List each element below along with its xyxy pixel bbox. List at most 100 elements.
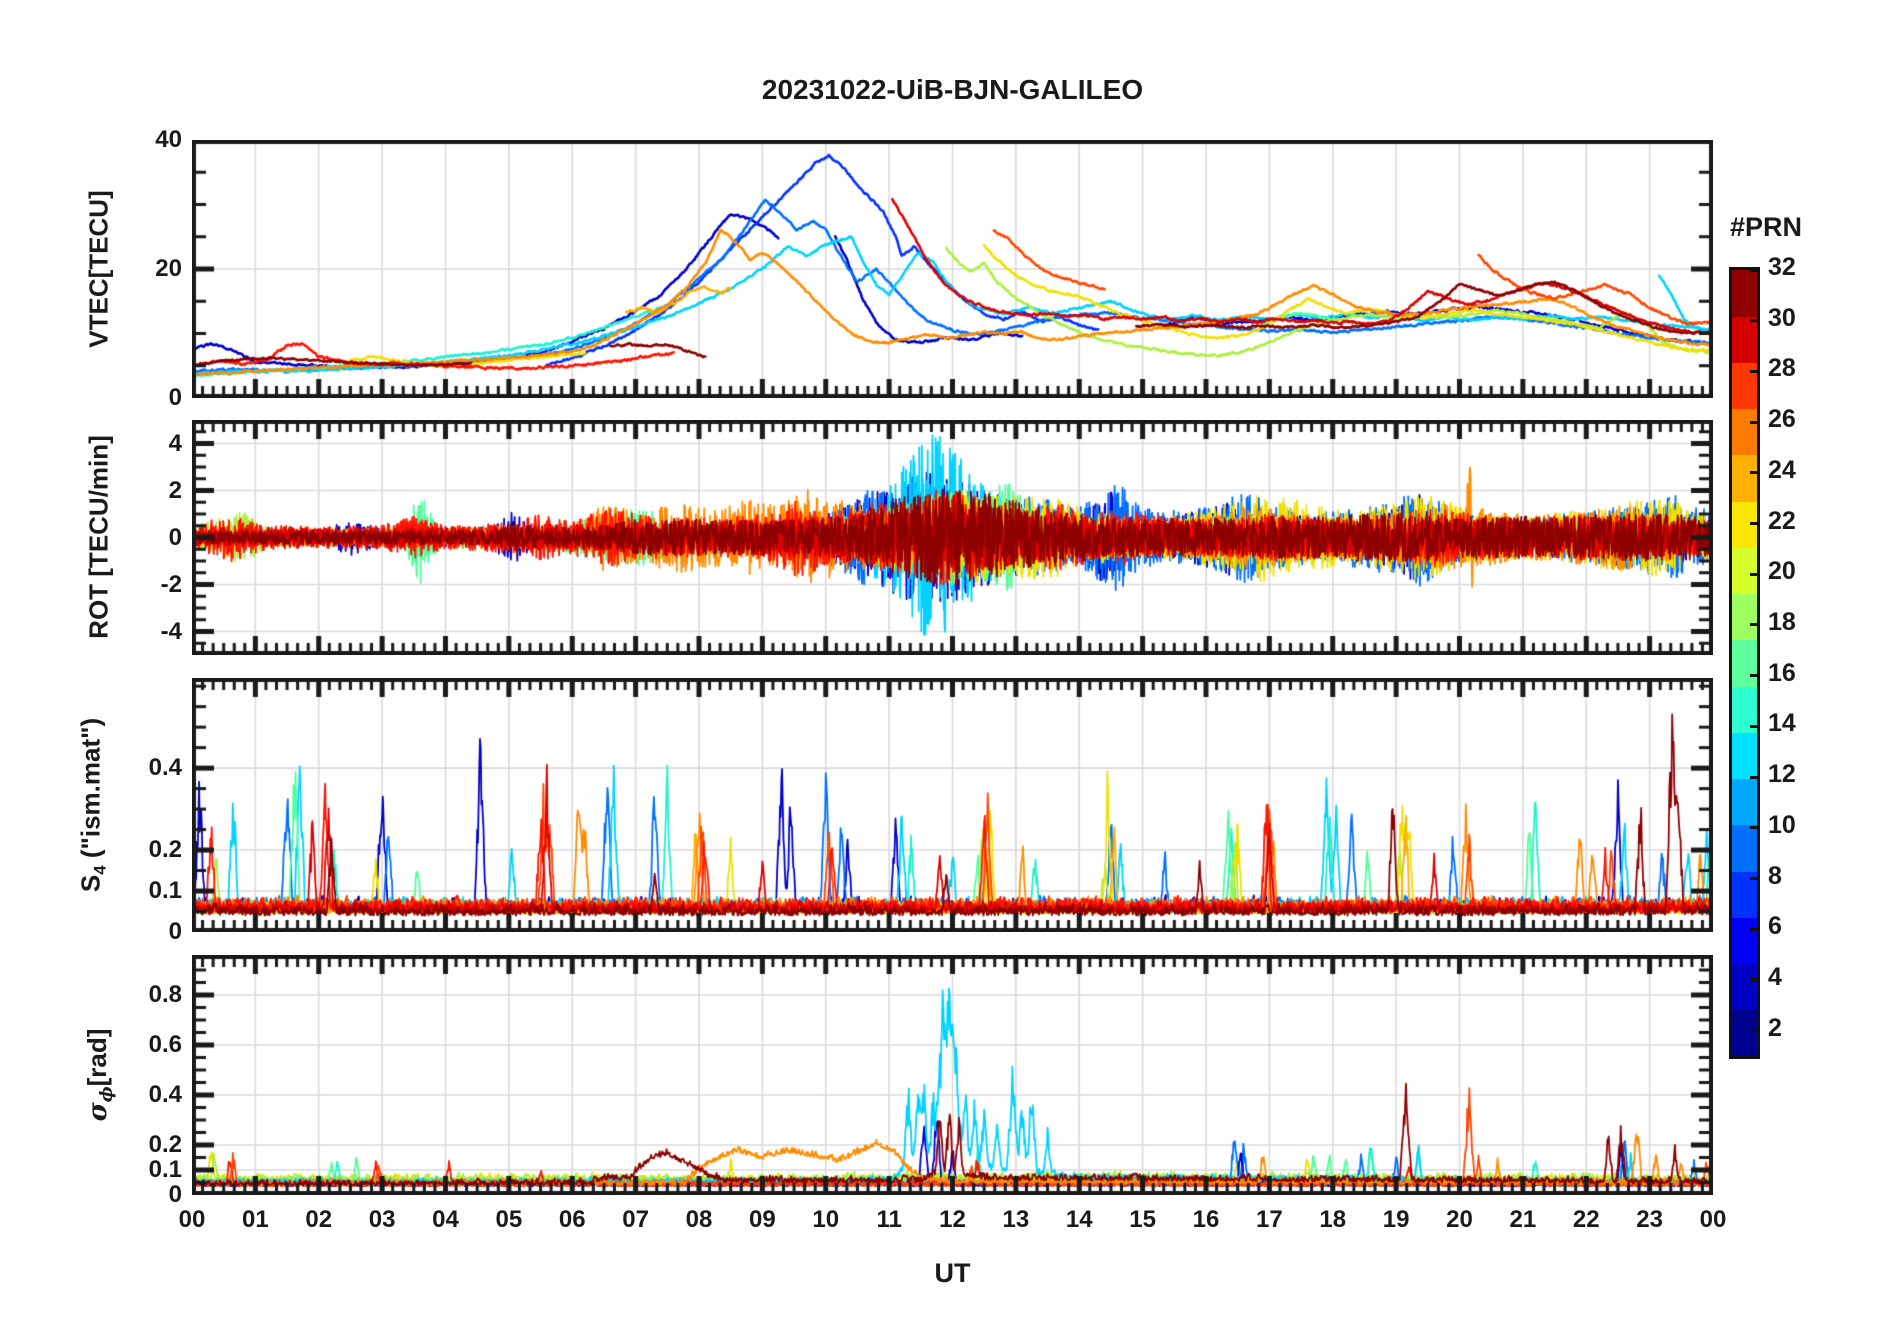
x-tick-label: 10: [812, 1206, 840, 1233]
colorbar-tick: [1750, 674, 1757, 678]
sigma-phi-plot-canvas: [192, 955, 1713, 1195]
s4-plot-canvas: [192, 678, 1713, 932]
x-tick-label: 22: [1572, 1206, 1600, 1233]
x-tick-label: 00: [1699, 1206, 1727, 1233]
sigma-phi-panel: [192, 955, 1713, 1195]
x-tick-label: 00: [178, 1206, 206, 1233]
vtec-panel: [192, 140, 1713, 398]
colorbar-tick-label: 28: [1768, 354, 1796, 383]
colorbar-tick: [1750, 724, 1757, 728]
colorbar-band: [1732, 1009, 1757, 1057]
colorbar-tick: [1750, 1029, 1757, 1033]
colorbar-tick: [1750, 369, 1757, 373]
x-tick-label: 18: [1319, 1206, 1347, 1233]
colorbar: [1729, 267, 1760, 1059]
s4-axis-label: S4 ("ism.mat"): [75, 718, 110, 892]
colorbar-tick-label: 30: [1768, 303, 1796, 332]
x-tick-label: 15: [1129, 1206, 1156, 1233]
x-tick-label: 03: [368, 1206, 396, 1233]
y-tick-label: 0.4: [148, 1081, 182, 1108]
x-tick-label: 16: [1192, 1206, 1220, 1233]
colorbar-tick: [1750, 522, 1757, 526]
s4-panel: [192, 678, 1713, 932]
y-tick-label: 0: [168, 918, 182, 945]
colorbar-band: [1732, 639, 1757, 687]
x-tick-label: 17: [1256, 1206, 1283, 1233]
y-tick-label: 0: [168, 523, 182, 551]
y-tick-label: 0.1: [148, 877, 182, 905]
colorbar-band: [1732, 270, 1757, 317]
y-tick-label: -4: [160, 617, 182, 645]
colorbar-band: [1732, 963, 1757, 1011]
colorbar-tick: [1750, 268, 1757, 272]
colorbar-band: [1732, 316, 1757, 363]
colorbar-tick-label: 22: [1768, 506, 1796, 535]
colorbar-tick-label: 26: [1768, 405, 1796, 434]
y-tick-label: 0: [168, 384, 182, 411]
x-tick-label: 02: [305, 1206, 333, 1233]
colorbar-tick: [1750, 572, 1757, 576]
y-tick-label: -2: [160, 570, 182, 598]
s4-axis-label-text: S: [75, 874, 106, 893]
colorbar-tick-label: 12: [1768, 760, 1796, 789]
colorbar-band: [1732, 824, 1757, 872]
x-tick-label: 20: [1446, 1206, 1473, 1233]
colorbar-tick-label: 24: [1768, 455, 1796, 484]
colorbar-tick-label: 18: [1768, 607, 1796, 636]
x-axis-label: UT: [934, 1258, 971, 1288]
colorbar-band: [1732, 732, 1757, 780]
colorbar-band: [1732, 917, 1757, 965]
colorbar-tick-label: 16: [1768, 658, 1796, 687]
colorbar-tick: [1750, 775, 1757, 779]
y-tick-label: 0: [168, 1181, 182, 1208]
colorbar-tick-label: 20: [1768, 557, 1796, 586]
y-tick-label: 0.6: [148, 1031, 182, 1058]
y-tick-label: 0.8: [148, 981, 182, 1008]
x-tick-label: 23: [1636, 1206, 1663, 1233]
y-tick-label: 0.2: [148, 836, 182, 864]
x-tick-label: 01: [242, 1206, 269, 1233]
y-tick-label: 40: [155, 126, 182, 153]
x-tick-label: 09: [749, 1206, 776, 1233]
x-tick-label: 12: [939, 1206, 966, 1233]
colorbar-band: [1732, 593, 1757, 641]
colorbar-tick-label: 32: [1768, 253, 1796, 281]
x-tick-label: 13: [1002, 1206, 1030, 1233]
colorbar-tick: [1750, 927, 1757, 931]
y-tick-label: 0.2: [148, 1131, 182, 1158]
figure: 20231022-UiB-BJN-GALILEO VTEC[TECU] ROT …: [0, 0, 1902, 1330]
x-tick-label: 21: [1509, 1206, 1537, 1233]
x-tick-label: 11: [876, 1206, 902, 1233]
colorbar-tick: [1750, 420, 1757, 424]
colorbar-tick: [1750, 319, 1757, 323]
x-tick-label: 14: [1065, 1206, 1093, 1233]
s4-axis-label-post: ("ism.mat"): [75, 717, 106, 866]
s4-axis-label-sub: 4: [90, 865, 110, 875]
vtec-plot-canvas: [192, 140, 1713, 398]
colorbar-tick-label: 10: [1768, 810, 1796, 839]
y-tick-label: 0.4: [148, 754, 182, 782]
y-tick-label: 2: [168, 476, 182, 504]
chart-title: 20231022-UiB-BJN-GALILEO: [761, 74, 1144, 105]
y-tick-label: 4: [168, 429, 182, 457]
rot-panel: [192, 420, 1713, 655]
x-tick-label: 04: [432, 1206, 459, 1233]
colorbar-tick: [1750, 877, 1757, 881]
y-tick-label: 0.1: [148, 1156, 182, 1183]
x-tick-label: 07: [622, 1206, 649, 1233]
colorbar-band: [1732, 454, 1757, 502]
colorbar-tick: [1750, 826, 1757, 830]
y-tick-label: 20: [155, 255, 182, 282]
colorbar-tick-label: 14: [1768, 709, 1796, 738]
colorbar-title: #PRN: [1729, 212, 1803, 242]
x-tick-label: 05: [495, 1206, 523, 1233]
colorbar-band: [1732, 408, 1757, 456]
colorbar-band: [1732, 778, 1757, 826]
x-tick-label: 08: [685, 1206, 713, 1233]
x-tick-label: 06: [558, 1206, 586, 1233]
colorbar-tick: [1750, 978, 1757, 982]
colorbar-tick-label: 6: [1768, 912, 1782, 941]
x-tick-label: 19: [1382, 1206, 1410, 1233]
colorbar-tick-label: 2: [1768, 1013, 1782, 1042]
colorbar-tick: [1750, 471, 1757, 475]
